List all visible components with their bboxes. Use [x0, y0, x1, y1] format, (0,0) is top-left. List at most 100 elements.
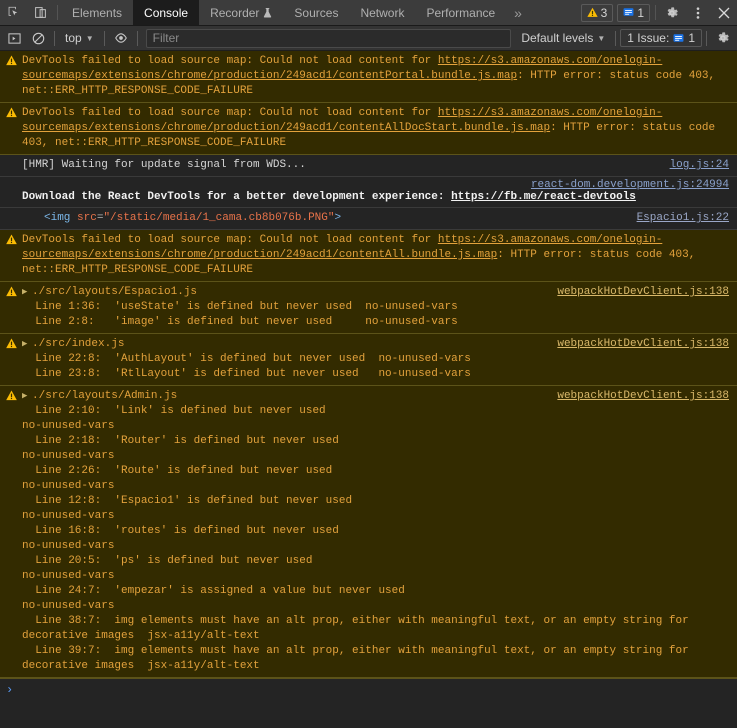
- console-message[interactable]: DevTools failed to load source map: Coul…: [0, 103, 737, 155]
- message-text: [HMR] Waiting for update signal from WDS…: [22, 159, 306, 171]
- tab-sources[interactable]: Sources: [283, 0, 349, 25]
- eslint-line: Line 2:10: 'Link' is defined but never u…: [22, 405, 326, 417]
- device-toolbar-icon[interactable]: [27, 0, 54, 25]
- console-message[interactable]: [HMR] Waiting for update signal from WDS…: [0, 155, 737, 177]
- console-message[interactable]: ▶ ./src/layouts/Espacio1.js webpackHotDevC…: [0, 282, 737, 334]
- tag-close: >: [334, 212, 342, 224]
- react-devtools-link[interactable]: https://fb.me/react-devtools: [451, 191, 636, 203]
- message-source-row: react-dom.development.js:24994: [0, 179, 733, 191]
- message-source-link[interactable]: react-dom.development.js:24994: [531, 179, 729, 191]
- eslint-line: decorative images jsx-a11y/alt-text: [22, 660, 260, 672]
- warning-triangle-icon: [0, 285, 22, 330]
- inspect-element-icon[interactable]: [0, 0, 27, 25]
- console-sidebar-icon[interactable]: [2, 28, 26, 49]
- eslint-line: no-unused-vars: [22, 570, 115, 582]
- eslint-line: Line 12:8: 'Espacio1' is defined but nev…: [22, 495, 353, 507]
- console-message-list[interactable]: DevTools failed to load source map: Coul…: [0, 51, 737, 728]
- tabbar-divider-right: [655, 5, 656, 20]
- eslint-line: no-unused-vars: [22, 600, 115, 612]
- console-message[interactable]: DevTools failed to load source map: Coul…: [0, 51, 737, 103]
- message-source-link[interactable]: log.js:24: [670, 158, 729, 173]
- clear-console-icon[interactable]: [26, 28, 50, 49]
- log-levels-selector[interactable]: Default levels ▼: [515, 31, 611, 45]
- warning-triangle-icon: [0, 233, 22, 278]
- console-message[interactable]: <img src="/static/media/1_cama.cb8b076b.…: [0, 208, 737, 230]
- warning-triangle-icon: [0, 337, 22, 382]
- kebab-menu-icon[interactable]: [685, 6, 711, 20]
- more-tabs-chevron-icon[interactable]: »: [506, 0, 530, 25]
- eslint-line: no-unused-vars: [22, 420, 115, 432]
- info-count-badge[interactable]: 1: [617, 3, 650, 22]
- tab-sources-label: Sources: [294, 5, 339, 20]
- issue-counters: 3 1: [580, 0, 652, 25]
- tabbar-spacer: [530, 0, 581, 25]
- eslint-lines: Line 1:36: 'useState' is defined but nev…: [22, 300, 731, 330]
- console-message[interactable]: ▶ ./src/index.js webpackHotDevClient.js:13…: [0, 334, 737, 386]
- message-body: DevTools failed to load source map: Coul…: [22, 54, 733, 99]
- filter-input[interactable]: [145, 28, 512, 48]
- message-body: <img src="/static/media/1_cama.cb8b076b.…: [22, 211, 733, 226]
- issues-label: 1 Issue:: [627, 31, 670, 45]
- eslint-filename: ./src/layouts/Admin.js: [32, 390, 178, 402]
- warning-triangle-icon: [0, 389, 22, 674]
- eslint-line: no-unused-vars: [22, 540, 115, 552]
- gear-icon[interactable]: [659, 6, 685, 20]
- warning-count-badge[interactable]: 3: [580, 3, 614, 22]
- console-settings-gear-icon[interactable]: [711, 28, 735, 49]
- tab-network-label: Network: [360, 5, 405, 20]
- expand-arrow-icon[interactable]: ▶: [22, 337, 32, 352]
- issues-count: 1: [688, 31, 695, 45]
- expand-arrow-icon[interactable]: ▶: [22, 285, 32, 300]
- toolbar-divider-4: [615, 30, 617, 46]
- toolbar-divider-1: [54, 30, 55, 46]
- tab-elements[interactable]: Elements: [61, 0, 133, 25]
- close-icon[interactable]: [711, 7, 737, 19]
- eslint-line: Line 2:26: 'Route' is defined but never …: [22, 465, 333, 477]
- message-source-link[interactable]: webpackHotDevClient.js:138: [557, 337, 729, 352]
- eslint-line: Line 2:8: 'image' is defined but never u…: [22, 316, 458, 328]
- message-source-link[interactable]: webpackHotDevClient.js:138: [557, 389, 729, 404]
- console-message[interactable]: ▶ ./src/layouts/Admin.js webpackHotDevClie…: [0, 386, 737, 678]
- tab-performance[interactable]: Performance: [415, 0, 506, 25]
- js-context-selector[interactable]: top ▼: [59, 31, 100, 45]
- eslint-filename: ./src/index.js: [32, 338, 125, 350]
- eslint-line: Line 1:36: 'useState' is defined but nev…: [22, 301, 458, 313]
- message-body: [HMR] Waiting for update signal from WDS…: [22, 158, 733, 173]
- message-gutter: [0, 158, 22, 173]
- eslint-lines: Line 2:10: 'Link' is defined but never u…: [22, 404, 731, 674]
- console-prompt[interactable]: ›: [0, 678, 737, 701]
- issues-button[interactable]: 1 Issue: 1: [620, 29, 702, 47]
- tab-console[interactable]: Console: [133, 0, 200, 25]
- tab-recorder-label: Recorder: [210, 5, 260, 20]
- attribute-value: "/static/media/1_cama.cb8b076b.PNG": [103, 212, 335, 224]
- eslint-lines: Line 22:8: 'AuthLayout' is defined but n…: [22, 352, 731, 382]
- live-expression-icon[interactable]: [109, 28, 133, 49]
- console-message[interactable]: react-dom.development.js:24994 Download t…: [0, 177, 737, 208]
- expand-arrow-icon[interactable]: ▶: [22, 389, 32, 404]
- tab-network[interactable]: Network: [349, 0, 415, 25]
- tab-recorder[interactable]: Recorder: [199, 0, 283, 25]
- warning-triangle-icon: [0, 54, 22, 99]
- message-gutter: [0, 211, 22, 226]
- message-source-link[interactable]: webpackHotDevClient.js:138: [557, 285, 729, 300]
- message-text-part: DevTools failed to load source map: Coul…: [22, 234, 438, 246]
- eslint-line: no-unused-vars: [22, 480, 115, 492]
- warning-triangle-icon: [586, 7, 598, 18]
- dom-element-preview[interactable]: <img src="/static/media/1_cama.cb8b076b.…: [22, 212, 341, 224]
- devtools-window: Elements Console Recorder Sources Networ…: [0, 0, 737, 728]
- eslint-filename: ./src/layouts/Espacio1.js: [32, 286, 198, 298]
- warning-triangle-icon: [0, 106, 22, 151]
- eslint-line: decorative images jsx-a11y/alt-text: [22, 630, 260, 642]
- warning-count-value: 3: [600, 5, 608, 20]
- message-body: DevTools failed to load source map: Coul…: [22, 233, 733, 278]
- tab-console-label: Console: [144, 5, 189, 20]
- log-levels-label: Default levels: [521, 31, 594, 45]
- console-message[interactable]: DevTools failed to load source map: Coul…: [0, 230, 737, 282]
- eslint-line: Line 38:7: img elements must have an alt…: [22, 615, 689, 627]
- prompt-arrow-icon: ›: [6, 683, 14, 697]
- message-body: DevTools failed to load source map: Coul…: [22, 106, 733, 151]
- message-source-link[interactable]: Espacio1.js:22: [637, 211, 729, 226]
- message-text: DevTools failed to load source map: Coul…: [22, 234, 702, 276]
- tabbar-divider: [57, 5, 58, 20]
- eslint-line: Line 20:5: 'ps' is defined but never use…: [22, 555, 313, 567]
